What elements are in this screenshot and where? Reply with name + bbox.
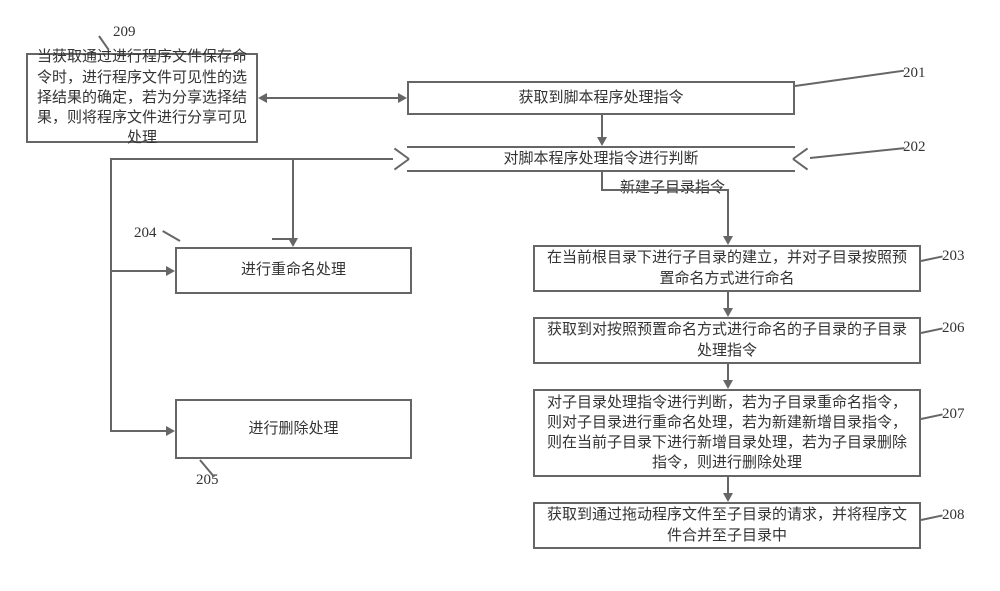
dec-left-bot <box>394 148 410 160</box>
node-201: 获取到脚本程序处理指令 <box>407 81 795 115</box>
leader-201 <box>795 70 904 87</box>
node-204: 进行重命名处理 <box>175 247 412 294</box>
branch-label: 新建子目录指令 <box>620 176 725 197</box>
conn-209-201 <box>267 97 398 99</box>
leader-208 <box>921 514 943 521</box>
leader-203 <box>921 255 943 262</box>
dec-left-top <box>394 158 410 170</box>
label-201: 201 <box>903 65 926 82</box>
dec-right-bot <box>792 148 808 160</box>
node-209: 当获取通过进行程序文件保存命令时，进行程序文件可见性的选择结果的确定，若为分享选… <box>26 53 258 143</box>
leader-206 <box>921 327 943 334</box>
arrow-209-left <box>258 93 267 103</box>
dec-top <box>407 146 795 148</box>
conn-mid-down <box>292 158 294 240</box>
node-206-text: 获取到对按照预置命名方式进行命名的子目录的子目录处理指令 <box>543 320 911 361</box>
conn-left-205 <box>110 430 168 432</box>
node-208: 获取到通过拖动程序文件至子目录的请求，并将程序文件合并至子目录中 <box>533 502 921 549</box>
leader-202 <box>810 147 905 159</box>
conn-202-203 <box>601 172 603 189</box>
node-203-text: 在当前根目录下进行子目录的建立，并对子目录按照预置命名方式进行命名 <box>543 248 911 289</box>
arrow-203-206 <box>723 308 733 317</box>
node-201-text: 获取到脚本程序处理指令 <box>518 88 683 108</box>
node-205-text: 进行删除处理 <box>248 419 338 439</box>
node-202-text: 对脚本程序处理指令进行判断 <box>503 149 698 169</box>
conn-left-204 <box>110 270 168 272</box>
node-207: 对子目录处理指令进行判断，若为子目录重命名指令，则对子目录进行重命名处理，若为新… <box>533 389 921 477</box>
label-208: 208 <box>942 507 965 524</box>
node-203: 在当前根目录下进行子目录的建立，并对子目录按照预置命名方式进行命名 <box>533 245 921 292</box>
label-203: 203 <box>942 248 965 265</box>
arrow-206-207 <box>723 380 733 389</box>
node-202: 对脚本程序处理指令进行判断 <box>474 146 728 172</box>
arrow-204 <box>166 266 175 276</box>
label-204: 204 <box>134 225 157 242</box>
arrow-201-202 <box>597 137 607 146</box>
label-205: 205 <box>196 472 219 489</box>
node-209-text: 当获取通过进行程序文件保存命令时，进行程序文件可见性的选择结果的确定，若为分享选… <box>36 47 248 148</box>
conn-201-202 <box>601 115 603 139</box>
node-206: 获取到对按照预置命名方式进行命名的子目录的子目录处理指令 <box>533 317 921 364</box>
dec-right-top <box>792 158 808 170</box>
node-204-text: 进行重命名处理 <box>241 260 346 280</box>
node-208-text: 获取到通过拖动程序文件至子目录的请求，并将程序文件合并至子目录中 <box>543 505 911 546</box>
arrow-201-right <box>398 93 407 103</box>
conn-202-203b <box>601 189 729 191</box>
label-207: 207 <box>942 406 965 423</box>
leader-204 <box>162 230 180 242</box>
node-207-text: 对子目录处理指令进行判断，若为子目录重命名指令，则对子目录进行重命名处理，若为新… <box>543 393 911 474</box>
label-209: 209 <box>113 24 136 41</box>
conn-202-left <box>110 158 393 160</box>
arrow-202-203 <box>723 236 733 245</box>
conn-202-203c <box>727 189 729 238</box>
conn-202-left-down <box>110 158 112 430</box>
node-205: 进行删除处理 <box>175 399 412 459</box>
arrow-207-208 <box>723 493 733 502</box>
label-206: 206 <box>942 320 965 337</box>
arrow-205 <box>166 426 175 436</box>
label-202: 202 <box>903 139 926 156</box>
leader-207 <box>921 413 943 420</box>
arrow-mid-204 <box>288 238 298 247</box>
